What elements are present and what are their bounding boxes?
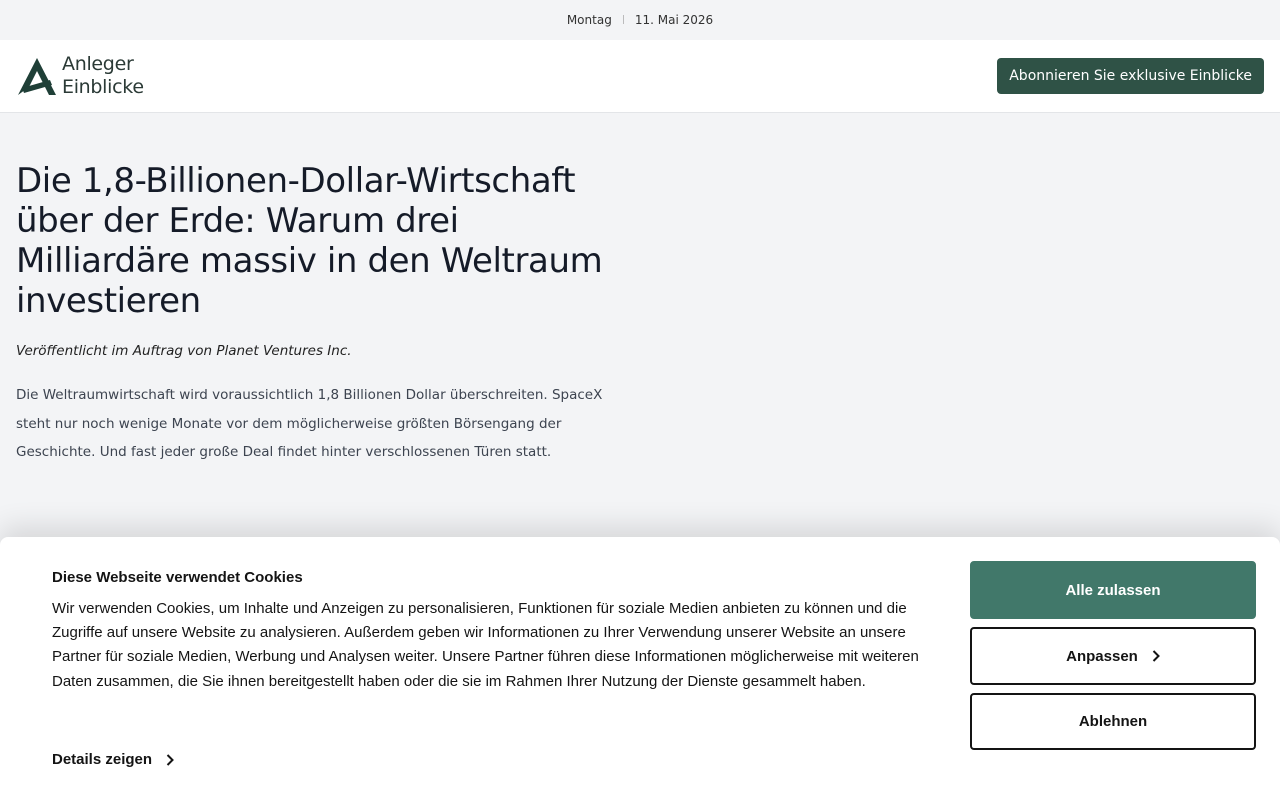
chevron-right-icon bbox=[1152, 650, 1160, 662]
subscribe-button[interactable]: Abonnieren Sie exklusive Einblicke bbox=[997, 58, 1264, 94]
article-lead: Die Weltraumwirtschaft wird voraussichtl… bbox=[16, 387, 603, 460]
logo-mark-icon bbox=[18, 58, 56, 95]
allow-all-label: Alle zulassen bbox=[1065, 581, 1161, 599]
date-bar: Montag | 11. Mai 2026 bbox=[0, 0, 1280, 40]
logo-text: Anleger Einblicke bbox=[62, 53, 144, 99]
customize-label: Anpassen bbox=[1066, 647, 1138, 665]
article-hero: Die 1,8-Billionen-Dollar-Wirtschaft über… bbox=[0, 113, 640, 467]
decline-label: Ablehnen bbox=[1078, 713, 1148, 730]
article-byline: Veröffentlicht im Auftrag von Planet Ven… bbox=[16, 343, 352, 359]
details-label: Details zeigen bbox=[52, 751, 153, 768]
cookie-text: Wir verwenden Cookies, um Inhalte und An… bbox=[52, 600, 919, 690]
article-title: Die 1,8-Billionen-Dollar-Wirtschaft über… bbox=[16, 161, 603, 321]
customize-button[interactable]: Anpassen bbox=[970, 627, 1256, 685]
logo-line-2: Einblicke bbox=[62, 76, 144, 98]
cookie-title: Diese Webseite verwendet Cookies bbox=[52, 569, 303, 586]
logo-line-1: Anleger bbox=[62, 53, 134, 75]
site-header: Anleger Einblicke Abonnieren Sie exklusi… bbox=[0, 40, 1280, 113]
date: 11. Mai 2026 bbox=[634, 13, 714, 27]
decline-button[interactable]: Ablehnen bbox=[970, 693, 1256, 750]
weekday: Montag bbox=[566, 13, 612, 27]
details-toggle[interactable]: Details zeigen bbox=[52, 751, 174, 768]
date-separator: | bbox=[621, 15, 625, 25]
cookie-actions: Alle zulassen Anpassen Ablehnen bbox=[970, 561, 1256, 750]
allow-all-button[interactable]: Alle zulassen bbox=[970, 561, 1256, 619]
cookie-banner: Diese Webseite verwendet Cookies Wir ver… bbox=[0, 537, 1280, 800]
site-logo[interactable]: Anleger Einblicke bbox=[16, 53, 144, 99]
chevron-right-icon bbox=[166, 753, 174, 766]
